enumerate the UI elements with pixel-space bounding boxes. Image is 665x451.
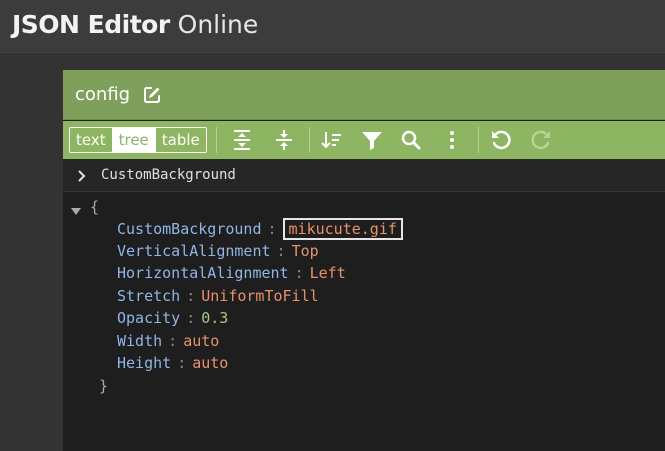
tree-row[interactable]: Opacity:0.3 bbox=[117, 307, 228, 329]
field-key[interactable]: VerticalAlignment bbox=[117, 242, 271, 260]
toolbar-divider bbox=[309, 127, 310, 153]
field-key[interactable]: HorizontalAlignment bbox=[117, 264, 289, 282]
mode-switcher: text tree table bbox=[69, 127, 207, 153]
tree-row[interactable]: Height: auto bbox=[117, 352, 228, 374]
tree-row[interactable]: CustomBackground: mikucute.gif bbox=[117, 218, 403, 240]
field-key[interactable]: Width bbox=[117, 332, 162, 350]
left-panel bbox=[0, 56, 63, 451]
field-value-selected[interactable]: mikucute.gif bbox=[282, 218, 403, 240]
collapse-all-icon[interactable] bbox=[271, 127, 297, 153]
redo-icon[interactable] bbox=[528, 127, 554, 153]
search-icon[interactable] bbox=[398, 127, 424, 153]
sort-icon[interactable] bbox=[319, 127, 345, 153]
more-icon[interactable] bbox=[439, 127, 465, 153]
colon-separator: : bbox=[168, 332, 178, 350]
app-title-bold: JSON Editor bbox=[12, 10, 170, 39]
tree-row[interactable]: HorizontalAlignment: Left bbox=[117, 262, 346, 284]
mode-tree-button[interactable]: tree bbox=[111, 128, 155, 152]
field-key[interactable]: CustomBackground bbox=[117, 220, 262, 238]
object-open-brace: { bbox=[90, 198, 100, 216]
caret-down-icon[interactable] bbox=[70, 202, 82, 215]
app-header: JSON Editor Online bbox=[0, 0, 665, 55]
toolbar-divider bbox=[478, 127, 479, 153]
mode-table-button[interactable]: table bbox=[154, 128, 206, 152]
app-title: JSON Editor Online bbox=[12, 9, 258, 41]
path-segment[interactable]: CustomBackground bbox=[101, 166, 236, 184]
field-value[interactable]: auto bbox=[192, 354, 228, 372]
colon-separator: : bbox=[276, 242, 286, 260]
mode-text-button[interactable]: text bbox=[70, 128, 112, 152]
field-value[interactable]: Top bbox=[292, 242, 319, 260]
tree-view: { CustomBackground: mikucute.gif Vertical… bbox=[63, 193, 665, 451]
tree-row[interactable]: Stretch: UniformToFill bbox=[117, 285, 319, 307]
colon-separator: : bbox=[186, 309, 196, 327]
expand-all-icon[interactable] bbox=[229, 127, 255, 153]
toolbar: text tree table bbox=[63, 121, 665, 159]
path-breadcrumb: CustomBackground bbox=[63, 159, 665, 192]
chevron-right-icon[interactable] bbox=[75, 168, 89, 182]
field-value[interactable]: UniformToFill bbox=[201, 287, 318, 305]
field-key[interactable]: Height bbox=[117, 354, 171, 372]
colon-separator: : bbox=[267, 220, 277, 238]
field-key[interactable]: Opacity bbox=[117, 309, 180, 327]
app-title-light: Online bbox=[177, 10, 259, 39]
field-value[interactable]: Left bbox=[310, 264, 346, 282]
tree-row[interactable]: VerticalAlignment: Top bbox=[117, 240, 319, 262]
editor-panel: config text tree table CustomBackground … bbox=[63, 70, 665, 451]
toolbar-divider bbox=[216, 127, 217, 153]
document-title-bar: config bbox=[63, 70, 665, 120]
field-value[interactable]: 0.3 bbox=[201, 309, 228, 327]
edit-icon[interactable] bbox=[142, 85, 162, 105]
tree-row[interactable]: Width: auto bbox=[117, 330, 219, 352]
undo-icon[interactable] bbox=[488, 127, 514, 153]
colon-separator: : bbox=[177, 354, 187, 372]
document-name[interactable]: config bbox=[75, 84, 130, 106]
panel-gap bbox=[63, 56, 665, 70]
field-value[interactable]: auto bbox=[183, 332, 219, 350]
colon-separator: : bbox=[186, 287, 196, 305]
colon-separator: : bbox=[294, 264, 304, 282]
field-key[interactable]: Stretch bbox=[117, 287, 180, 305]
filter-icon[interactable] bbox=[359, 127, 385, 153]
object-close-brace: } bbox=[99, 377, 109, 395]
